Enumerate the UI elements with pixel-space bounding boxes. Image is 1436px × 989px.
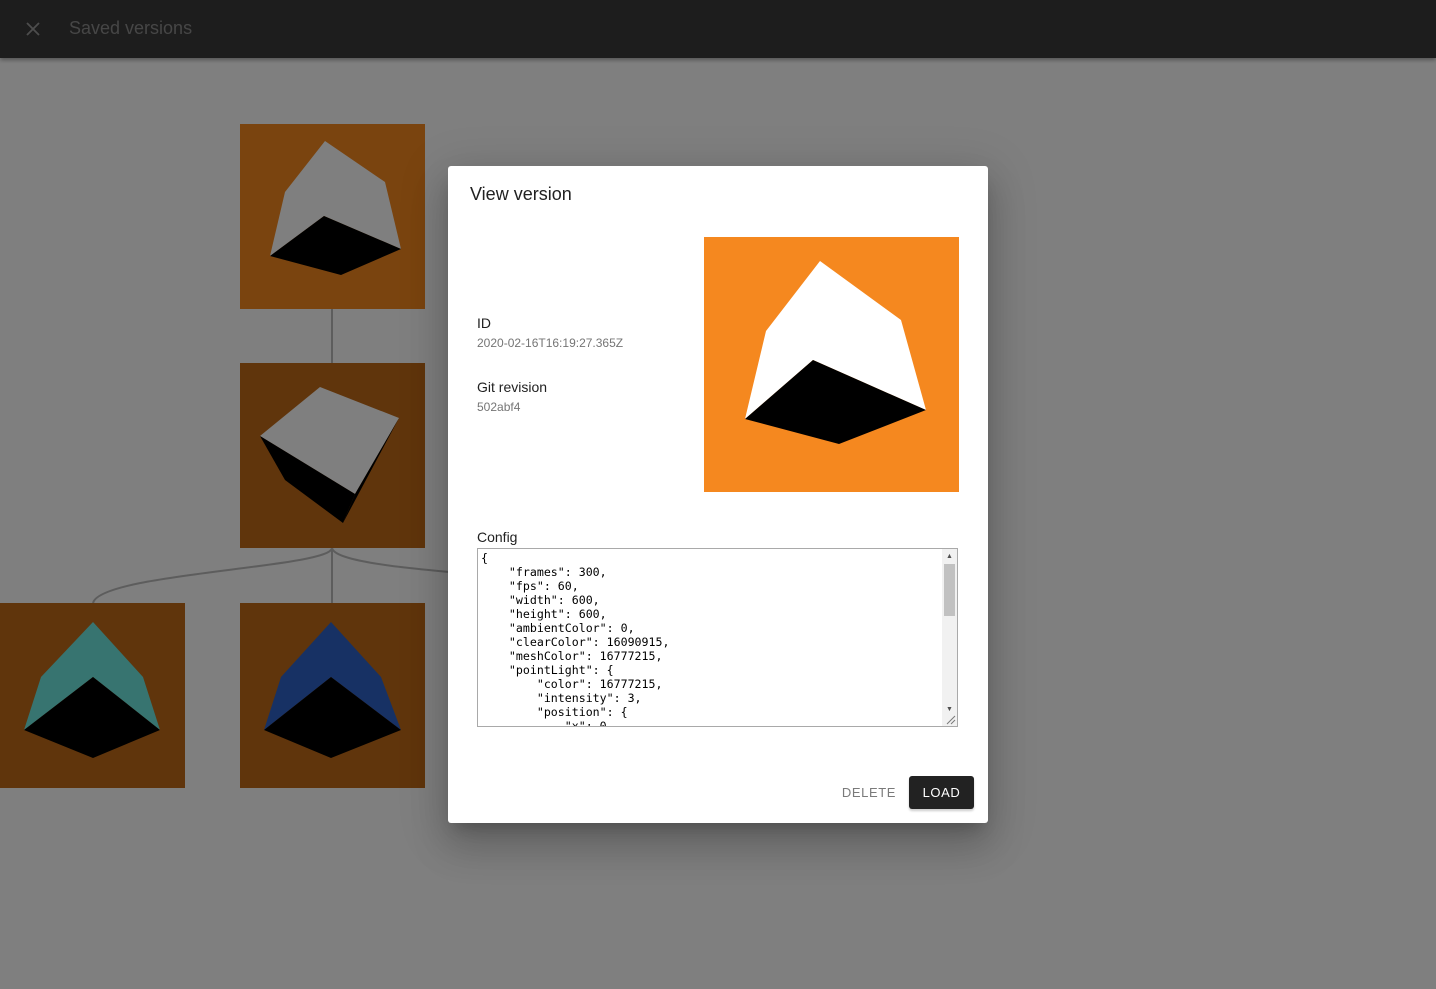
load-button[interactable]: LOAD (909, 776, 974, 809)
config-text[interactable]: { "frames": 300, "fps": 60, "width": 600… (481, 551, 941, 726)
config-label: Config (477, 529, 518, 545)
id-value: 2020-02-16T16:19:27.365Z (477, 336, 624, 350)
config-scrollbar[interactable]: ▲ ▼ (942, 549, 957, 726)
git-revision-label: Git revision (477, 379, 548, 395)
version-preview-image (704, 237, 959, 492)
git-revision-value: 502abf4 (477, 400, 521, 414)
delete-button[interactable]: DELETE (834, 776, 904, 809)
scroll-down-arrow-icon[interactable]: ▼ (942, 702, 957, 716)
resize-handle-icon[interactable] (944, 715, 956, 725)
dialog-title: View version (470, 184, 572, 204)
view-version-dialog: View version ID 2020-02-16T16:19:27.365Z… (448, 166, 988, 823)
scroll-up-arrow-icon[interactable]: ▲ (942, 549, 957, 563)
scroll-thumb[interactable] (944, 564, 955, 616)
id-label: ID (477, 315, 491, 331)
config-textarea[interactable]: { "frames": 300, "fps": 60, "width": 600… (477, 548, 958, 727)
